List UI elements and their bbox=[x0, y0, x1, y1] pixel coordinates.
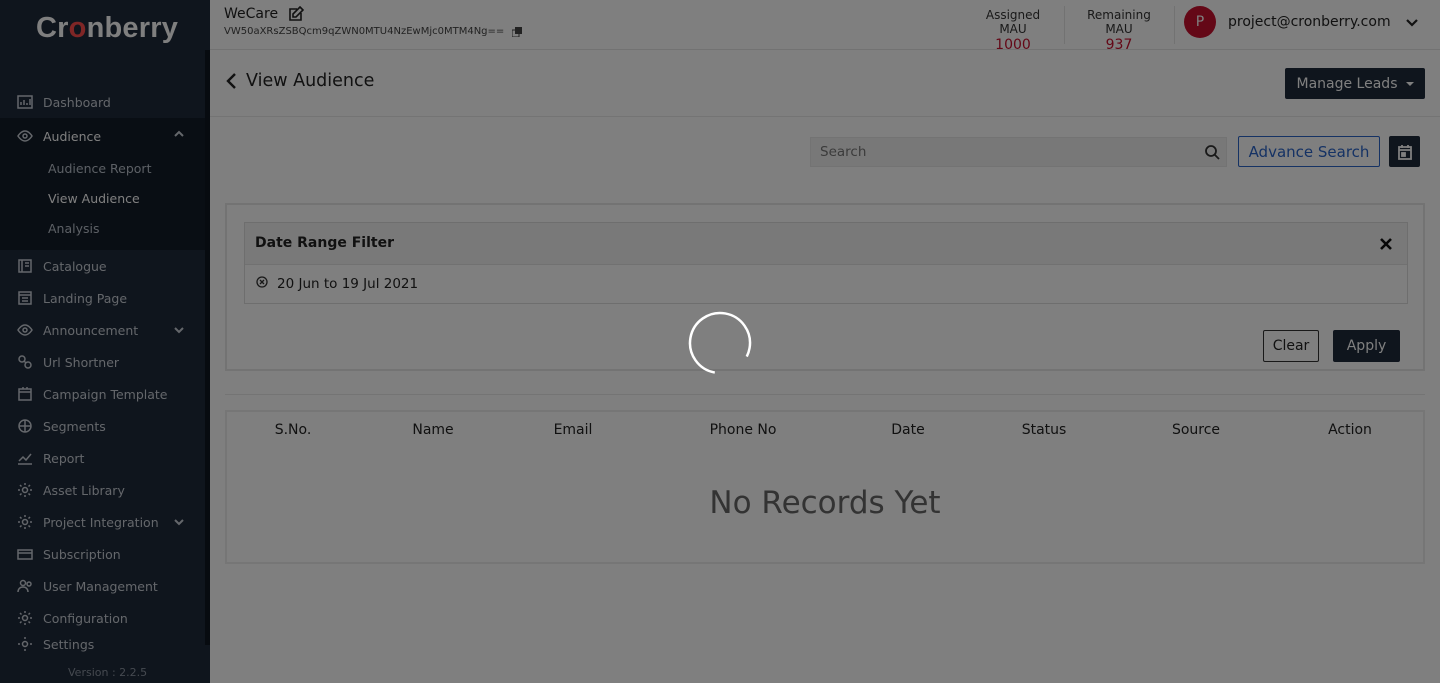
loading-spinner-icon bbox=[688, 311, 752, 375]
loading-overlay bbox=[0, 0, 1440, 683]
